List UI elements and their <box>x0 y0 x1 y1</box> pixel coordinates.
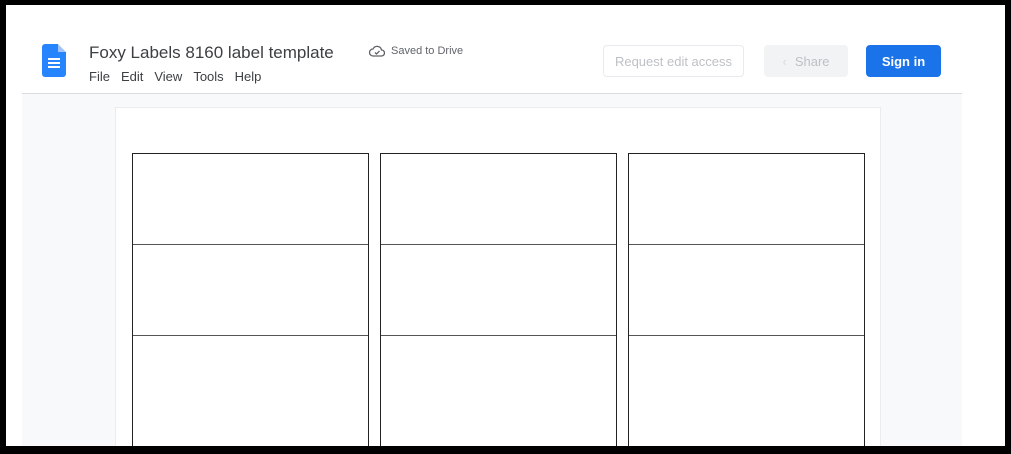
label-table <box>132 153 865 446</box>
save-status-text: Saved to Drive <box>391 45 464 57</box>
menu-edit[interactable]: Edit <box>121 69 143 84</box>
label-column <box>380 153 617 446</box>
document-page[interactable] <box>116 108 880 446</box>
app-header: Foxy Labels 8160 label template Saved to… <box>22 5 962 94</box>
docs-icon[interactable] <box>42 44 66 77</box>
label-cell[interactable] <box>629 245 864 336</box>
label-cell[interactable] <box>629 336 864 446</box>
label-cell[interactable] <box>381 154 616 245</box>
document-canvas[interactable] <box>22 94 962 446</box>
menu-tools[interactable]: Tools <box>193 69 223 84</box>
cloud-done-icon <box>369 45 385 57</box>
sign-in-button[interactable]: Sign in <box>866 45 941 77</box>
share-button-label: Share <box>794 53 830 69</box>
label-column <box>132 153 369 446</box>
menu-view[interactable]: View <box>154 69 182 84</box>
label-column <box>628 153 865 446</box>
document-title[interactable]: Foxy Labels 8160 label template <box>89 43 334 63</box>
screen-frame: Foxy Labels 8160 label template Saved to… <box>6 5 1005 446</box>
label-cell[interactable] <box>629 154 864 245</box>
label-cell[interactable] <box>133 154 368 245</box>
menu-help[interactable]: Help <box>235 69 262 84</box>
label-cell[interactable] <box>133 336 368 446</box>
menu-file[interactable]: File <box>89 69 110 84</box>
label-cell[interactable] <box>133 245 368 336</box>
menu-bar: File Edit View Tools Help <box>89 69 272 84</box>
share-button[interactable]: ‹ Share <box>764 45 848 77</box>
save-status[interactable]: Saved to Drive <box>369 45 463 57</box>
share-arrow-icon: ‹ <box>782 53 787 69</box>
label-cell[interactable] <box>381 336 616 446</box>
request-edit-access-button[interactable]: Request edit access <box>603 45 744 77</box>
label-cell[interactable] <box>381 245 616 336</box>
